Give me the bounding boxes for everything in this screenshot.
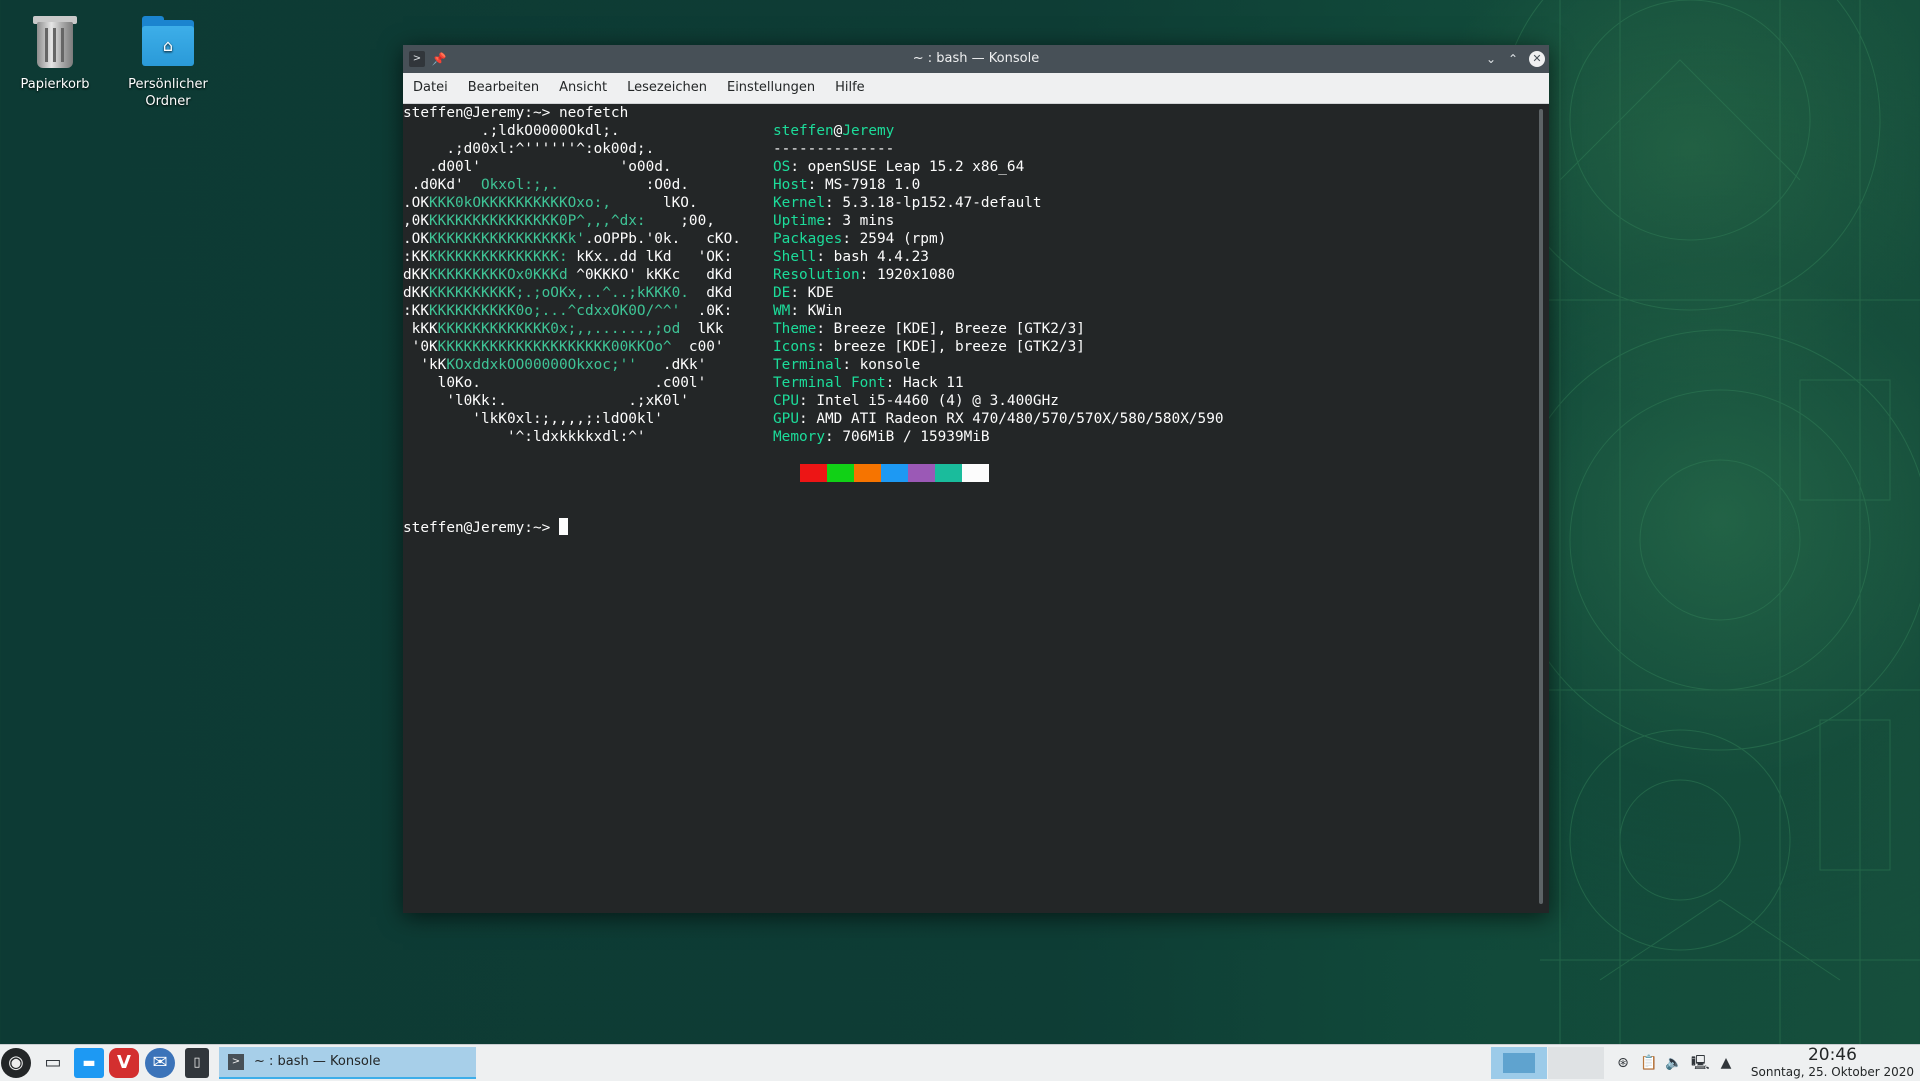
text-cursor (558, 518, 568, 535)
window-titlebar[interactable]: > 📌 ~ : bash — Konsole ⌄ ⌃ ✕ (403, 45, 1549, 73)
logo-line: ,0KKKKKKKKKKKKKKKK0P^,,,^dx: ;00, (403, 213, 715, 229)
pager-desktop-2[interactable] (1548, 1047, 1604, 1079)
palette-swatch (962, 464, 989, 482)
desktop-icon-label-2: Ordner (145, 94, 191, 109)
window-title: ~ : bash — Konsole (912, 51, 1040, 66)
konsole-window[interactable]: > 📌 ~ : bash — Konsole ⌄ ⌃ ✕ Datei Bearbe… (403, 45, 1549, 913)
desktop-icon-label: Papierkorb (20, 77, 90, 92)
logo-line: 'l0Kk:. .;xK0l' (403, 393, 689, 409)
info-memory: Memory: 706MiB / 15939MiB (773, 429, 990, 445)
task-label: ~ : bash — Konsole (254, 1054, 381, 1069)
logo-line: '0KKKKKKKKKKKKKKKKKKKKK00KKOo^ c00' (403, 339, 724, 355)
logo-line: kKKKKKKKKKKKKKKK0x;,,......,;od lKk (403, 321, 724, 337)
desktop-icon-trash[interactable]: Papierkorb (5, 14, 105, 93)
menu-einstellungen[interactable]: Einstellungen (717, 73, 825, 103)
terminal-scrollbar[interactable] (1539, 109, 1543, 904)
logo-line: '^:ldxkkkkxdl:^' (403, 429, 646, 445)
pager-desktop-1[interactable] (1491, 1047, 1547, 1079)
prompt-line: steffen@Jeremy:~> (403, 518, 568, 536)
palette-swatch (854, 464, 881, 482)
logo-line: .OKKKKKKKKKKKKKKKKKk'.oOPPb.'0k. cKO. (403, 231, 741, 247)
desktop-icon-label: Persönlicher (128, 77, 208, 92)
info-gpu: GPU: AMD ATI Radeon RX 470/480/570/570X/… (773, 411, 1224, 427)
clock-date: Sonntag, 25. Oktober 2020 (1750, 1065, 1914, 1079)
info-kernel: Kernel: 5.3.18-lp152.47-default (773, 195, 1042, 211)
logo-line: :KKKKKKKKKKKKKKKKK: kKx..dd lKd 'OK: (403, 249, 733, 265)
info-terminal-font: Terminal Font: Hack 11 (773, 375, 964, 391)
logo-line: .d00l' 'o00d. (403, 159, 672, 175)
logo-line: dKKKKKKKKKKKOx0KKKd ^0KKKO' kKKc dKd (403, 267, 733, 283)
logo-line: :KKKKKKKKKKKK0o;...^cdxxOK0O/^^' .0K: (403, 303, 733, 319)
info-os: OS: openSUSE Leap 15.2 x86_64 (773, 159, 1025, 175)
palette-swatch (935, 464, 962, 482)
thunderbird-icon[interactable]: ✉ (145, 1048, 175, 1078)
color-palette (800, 464, 989, 482)
info-shell: Shell: bash 4.4.23 (773, 249, 929, 265)
maximize-icon[interactable]: ⌃ (1505, 51, 1521, 67)
info-wm: WM: KWin (773, 303, 843, 319)
menu-lesezeichen[interactable]: Lesezeichen (617, 73, 717, 103)
terminal-area[interactable]: steffen@Jeremy:~> neofetch .;ldkO0000Okd… (403, 104, 1533, 913)
file-manager-icon[interactable]: ▬ (74, 1048, 104, 1078)
menu-bearbeiten[interactable]: Bearbeiten (458, 73, 549, 103)
close-icon[interactable]: ✕ (1529, 51, 1545, 67)
home-folder-icon: ⌂ (140, 14, 196, 70)
info-packages: Packages: 2594 (rpm) (773, 231, 947, 247)
prompt: steffen@Jeremy:~> (403, 520, 559, 536)
palette-swatch (881, 464, 908, 482)
info-separator: -------------- (773, 141, 895, 157)
vivaldi-icon[interactable]: V (109, 1048, 139, 1078)
logo-line: 'lkK0xl:;,,,,;:ldO0kl' (403, 411, 663, 427)
logo-line: .d0Kd' Okxol:;,. :O0d. (403, 177, 689, 193)
logo-line: 'kKKOxddxkOO00000Okxoc;'' .dKk' (403, 357, 707, 373)
command-line: steffen@Jeremy:~> neofetch (403, 105, 629, 121)
logo-line: .;d00xl:^''''''^:ok00d;. (403, 141, 655, 157)
palette-swatch (827, 464, 854, 482)
info-terminal: Terminal: konsole (773, 357, 921, 373)
clipboard-icon[interactable]: 📋 (1640, 1054, 1658, 1072)
tray-expand-icon[interactable]: ▲ (1717, 1054, 1735, 1072)
network-icon[interactable]: 🖳 (1691, 1054, 1710, 1072)
menubar: Datei Bearbeiten Ansicht Lesezeichen Einstel… (403, 73, 1549, 104)
info-icons: Icons: breeze [KDE], breeze [GTK2/3] (773, 339, 1085, 355)
minimize-icon[interactable]: ⌄ (1483, 51, 1499, 67)
logo-line: l0Ko. .c00l' (403, 375, 707, 391)
info-de: DE: KDE (773, 285, 834, 301)
pager-window-thumb (1503, 1053, 1535, 1073)
taskbar-task-konsole[interactable]: > ~ : bash — Konsole (219, 1047, 476, 1079)
palette-swatch (800, 464, 827, 482)
volume-icon[interactable]: 🔈 (1665, 1054, 1683, 1072)
info-uptime: Uptime: 3 mins (773, 213, 895, 229)
trash-icon (27, 14, 83, 70)
opensuse-menu-icon[interactable]: ◉ (1, 1048, 31, 1078)
menu-ansicht[interactable]: Ansicht (549, 73, 617, 103)
logo-line: .OKKKK0kOKKKKKKKKKKOxo:, lKO. (403, 195, 698, 211)
info-theme: Theme: Breeze [KDE], Breeze [GTK2/3] (773, 321, 1085, 337)
logo-line: .;ldkO0000Okdl;. (403, 123, 620, 139)
desktop-icon-home[interactable]: ⌂ Persönlicher Ordner (118, 14, 218, 110)
menu-hilfe[interactable]: Hilfe (825, 73, 875, 103)
taskbar: ◉ ▭ ▬ V ✉ ▯ > ~ : bash — Konsole ⊛ 📋 🔈 🖳… (0, 1044, 1920, 1081)
konsole-launcher-icon[interactable]: ▯ (185, 1048, 209, 1078)
clock-time: 20:46 (1807, 1045, 1857, 1065)
info-cpu: CPU: Intel i5-4460 (4) @ 3.400GHz (773, 393, 1059, 409)
palette-swatch (908, 464, 935, 482)
info-resolution: Resolution: 1920x1080 (773, 267, 955, 283)
konsole-task-icon: > (228, 1054, 244, 1070)
clock[interactable]: 20:46 Sonntag, 25. Oktober 2020 (1750, 1045, 1914, 1080)
desktop-show-icon[interactable]: ▭ (38, 1048, 68, 1078)
info-host: Host: MS-7918 1.0 (773, 177, 921, 193)
info-header: steffen@Jeremy (773, 123, 895, 139)
menu-datei[interactable]: Datei (403, 73, 458, 103)
logo-line: dKKKKKKKKKKKK;.;oOKx,..^..;kKKK0. dKd (403, 285, 733, 301)
updater-icon[interactable]: ⊛ (1614, 1054, 1632, 1072)
